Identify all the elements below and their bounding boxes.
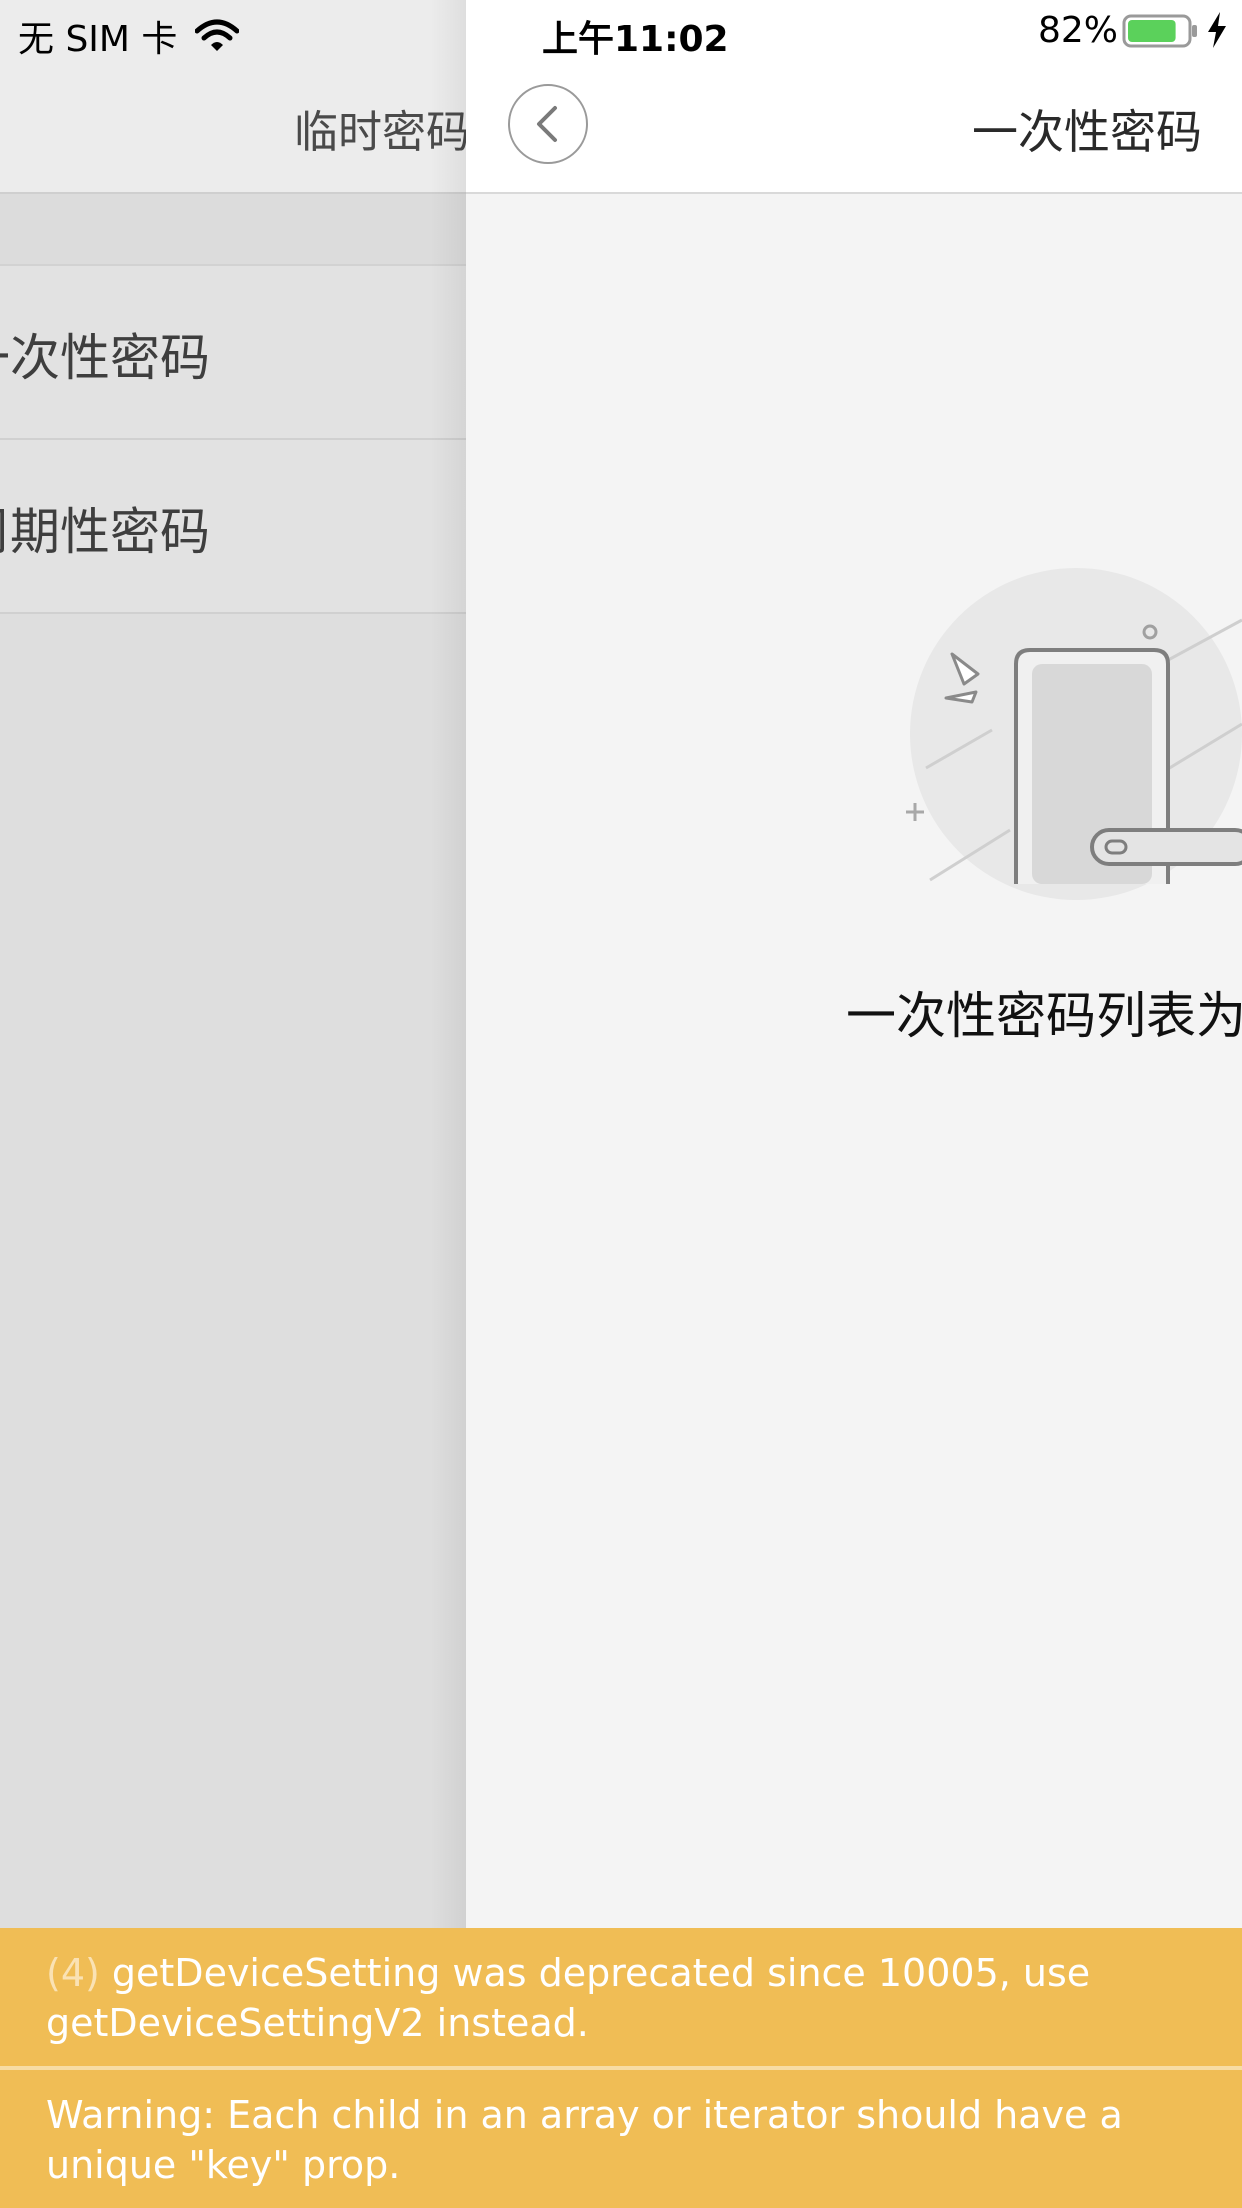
warning-banner[interactable]: Warning: Each child in an array or itera… (0, 2070, 1242, 2208)
carrier-text: 无 SIM 卡 (18, 19, 178, 60)
chevron-left-icon (537, 106, 557, 142)
list-item-periodic-password[interactable]: 周期性密码 (0, 440, 466, 614)
battery-icon (1122, 14, 1197, 48)
warning-count: (4) (46, 1951, 100, 1995)
previous-page: 临时密码 一次性密码 周期性密码 (0, 0, 466, 2208)
list-item-label: 一次性密码 (0, 329, 210, 387)
warning-banner[interactable]: (4) getDeviceSetting was deprecated sinc… (0, 1928, 1242, 2066)
list-item-label: 周期性密码 (0, 503, 210, 561)
back-button[interactable] (508, 84, 588, 164)
warning-message: getDeviceSetting was deprecated since 10… (46, 1951, 1091, 2045)
current-page: 一次性密码 一次性密码列表为空 (466, 0, 1242, 2208)
door-lock-illustration (906, 568, 1242, 900)
section-gap (0, 194, 466, 266)
battery-percent: 82% (1038, 10, 1119, 51)
charging-bolt-icon (1208, 12, 1226, 48)
status-bar: 无 SIM 卡 上午11:02 82% (0, 0, 1242, 62)
status-time: 上午11:02 (542, 19, 729, 60)
warning-message: Warning: Each child in an array or itera… (46, 2093, 1123, 2187)
transition-shadow (430, 0, 466, 2208)
empty-state-text: 一次性密码列表为空 (846, 987, 1242, 1045)
page-title: 一次性密码 (972, 105, 1202, 159)
wifi-icon (195, 19, 240, 51)
list-item-one-time-password[interactable]: 一次性密码 (0, 266, 466, 440)
carrier-group: 无 SIM 卡 (18, 10, 240, 62)
